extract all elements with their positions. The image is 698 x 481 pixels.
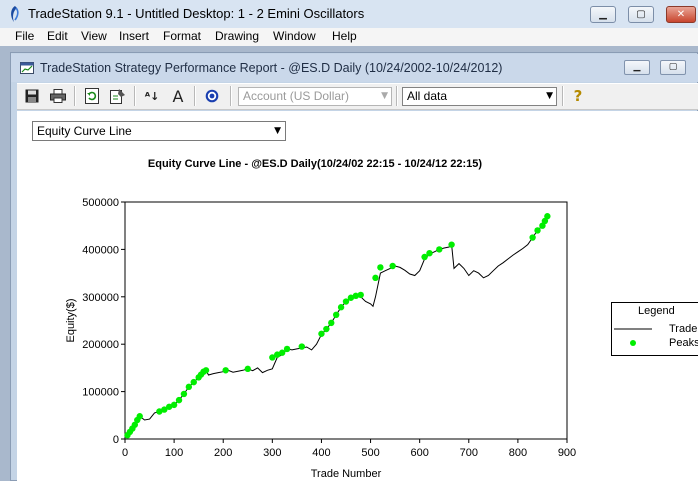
peak-point	[190, 378, 197, 386]
peak-point	[328, 319, 335, 327]
peak-point	[222, 367, 229, 374]
x-tick-label: 700	[460, 447, 478, 459]
peak-point	[426, 249, 433, 257]
peak-point	[389, 262, 396, 270]
peak-point	[318, 330, 325, 337]
x-tick-label: 200	[214, 447, 232, 459]
peak-point	[175, 396, 183, 404]
x-tick-label: 800	[509, 447, 527, 459]
x-tick-label: 600	[410, 447, 428, 459]
x-tick-label: 500	[361, 447, 379, 459]
peak-point	[436, 246, 443, 253]
y-tick-label: 300000	[82, 292, 119, 304]
peak-point	[298, 343, 305, 350]
x-tick-label: 300	[263, 447, 281, 459]
x-tick-label: 100	[165, 447, 183, 459]
legend-entry-trade: Trade	[669, 323, 698, 335]
equity-chart: 0 100 200 300 400 500 600 700 800 900 0 100000 20000…	[65, 197, 576, 480]
peak-point	[332, 311, 340, 319]
peak-point	[529, 234, 536, 241]
peak-point	[180, 390, 188, 398]
peak-point	[377, 264, 384, 271]
peak-point	[323, 325, 330, 333]
peak-point	[372, 274, 379, 282]
peak-point	[244, 365, 251, 373]
peak-point	[448, 241, 455, 248]
y-tick-label: 500000	[82, 197, 119, 209]
peak-point	[534, 227, 541, 234]
peak-point	[202, 367, 210, 374]
legend-title: Legend	[638, 305, 675, 317]
legend-peak-swatch	[630, 340, 636, 346]
legend-entry-peaks: Peaks	[669, 337, 698, 349]
peak-point	[357, 291, 364, 299]
y-tick-label: 0	[113, 434, 119, 446]
peak-point	[136, 413, 143, 420]
x-tick-label: 400	[312, 447, 330, 459]
peak-point	[544, 213, 551, 220]
plot-area	[124, 201, 568, 440]
peak-point	[283, 345, 291, 353]
y-tick-label: 100000	[82, 387, 119, 399]
y-tick-label: 400000	[82, 244, 119, 256]
peak-point	[170, 401, 178, 409]
peak-point	[185, 383, 193, 391]
x-axis-label: Trade Number	[311, 468, 382, 480]
y-axis-label: Equity($)	[65, 298, 77, 342]
y-tick-label: 200000	[82, 339, 119, 351]
x-tick-label: 900	[558, 447, 576, 459]
peak-point	[337, 304, 345, 311]
x-tick-label: 0	[122, 447, 128, 459]
